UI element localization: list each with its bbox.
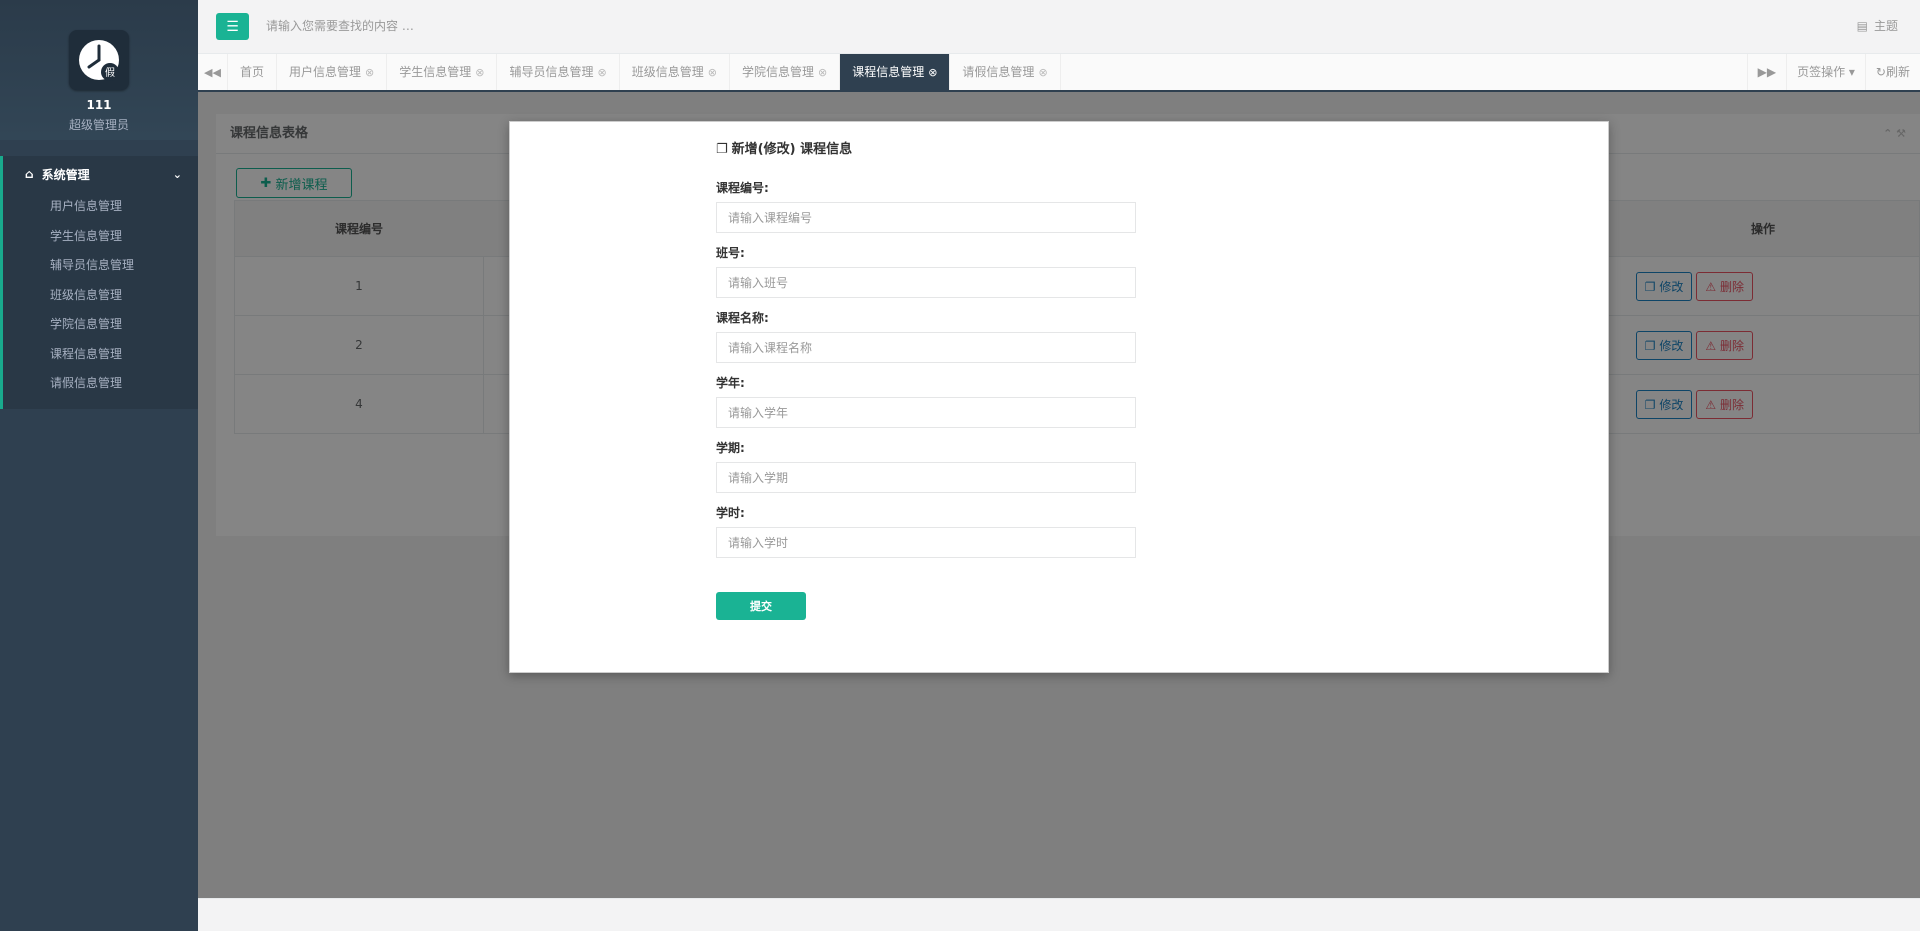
sidebar-item-leave[interactable]: 请假信息管理 (3, 369, 198, 399)
semester-input[interactable] (716, 462, 1136, 493)
tab-leave[interactable]: 请假信息管理 ⊗ (950, 54, 1061, 90)
tab-class[interactable]: 班级信息管理 ⊗ (620, 54, 730, 90)
sidebar-item-counselor[interactable]: 辅导员信息管理 (3, 251, 198, 281)
refresh-button[interactable]: ↻刷新 (1864, 54, 1920, 90)
home-icon: ⌂ (25, 167, 34, 181)
tab-label: 辅导员信息管理 (509, 65, 594, 79)
forward-icon[interactable]: ▶▶ (1746, 54, 1786, 90)
field-label: 班号: (716, 246, 745, 260)
sidebar: 假 111 超级管理员 ⌂ 系统管理 ⌄ 用户信息管理 学生信息管理 辅导员信息… (0, 0, 198, 931)
bars-icon: ☰ (226, 18, 239, 35)
field-course-name: 课程名称: (716, 309, 1136, 363)
tab-label: 请假信息管理 (962, 65, 1035, 79)
modal-title: ❐ 新增(修改) 课程信息 (716, 138, 852, 157)
chevron-down-icon: ⌄ (172, 167, 182, 181)
tab-ops-label: 页签操作 (1797, 65, 1846, 79)
close-circle-icon[interactable]: ⊗ (598, 66, 607, 79)
tab-label: 课程信息管理 (852, 65, 925, 79)
user-name[interactable]: 111 (0, 98, 198, 112)
user-role: 超级管理员 (68, 118, 129, 132)
sidebar-item-class[interactable]: 班级信息管理 (3, 281, 198, 311)
refresh-label: 刷新 (1885, 65, 1910, 79)
close-circle-icon[interactable]: ⊗ (928, 66, 937, 79)
field-hours: 学时: (716, 504, 1136, 558)
course-id-input[interactable] (716, 202, 1136, 233)
close-circle-icon[interactable]: ⊗ (818, 66, 827, 79)
course-name-input[interactable] (716, 332, 1136, 363)
theme-button[interactable]: ▤ 主题 (1857, 17, 1898, 34)
backward-icon[interactable]: ◀◀ (198, 54, 228, 90)
search-input[interactable]: 请输入您需要查找的内容 … (266, 17, 414, 34)
school-year-input[interactable] (716, 397, 1136, 428)
copy-icon: ❐ (716, 142, 728, 157)
sidebar-item-course[interactable]: 课程信息管理 (3, 340, 198, 370)
sidebar-item-user[interactable]: 用户信息管理 (3, 192, 198, 222)
tab-user[interactable]: 用户信息管理 ⊗ (277, 54, 388, 90)
close-circle-icon[interactable]: ⊗ (708, 66, 717, 79)
close-circle-icon[interactable]: ⊗ (1038, 66, 1047, 79)
field-label: 课程编号: (716, 181, 769, 195)
tab-actions: ▶▶ 页签操作 ▾ ↻刷新 (1746, 54, 1920, 90)
page-tabs: ◀◀ 首页 用户信息管理 ⊗ 学生信息管理 ⊗ 辅导员信息管理 ⊗ 班级信息管理 ⊗ 学… (198, 54, 1920, 92)
tab-college[interactable]: 学院信息管理 ⊗ (730, 54, 841, 90)
footer (198, 898, 1920, 931)
theme-label: 主题 (1873, 19, 1898, 33)
profile: 假 111 超级管理员 (0, 0, 198, 140)
field-class-no: 班号: (716, 244, 1136, 298)
class-no-input[interactable] (716, 267, 1136, 298)
sidebar-item-college[interactable]: 学院信息管理 (3, 310, 198, 340)
tab-ops-dropdown[interactable]: 页签操作 ▾ (1786, 54, 1865, 90)
tab-label: 班级信息管理 (631, 65, 704, 79)
submit-button[interactable]: 提交 (716, 592, 806, 620)
tab-label: 学生信息管理 (399, 65, 472, 79)
svg-text:假: 假 (105, 66, 115, 79)
menu-title: 系统管理 (41, 167, 90, 182)
close-circle-icon[interactable]: ⊗ (475, 66, 484, 79)
close-circle-icon[interactable]: ⊗ (365, 66, 374, 79)
tab-counselor[interactable]: 辅导员信息管理 ⊗ (497, 54, 620, 90)
sidebar-menu: ⌂ 系统管理 ⌄ 用户信息管理 学生信息管理 辅导员信息管理 班级信息管理 学院… (0, 156, 198, 409)
course-edit-modal: ❐新增(修改) 课程信息 课程编号: 班号: 课程名称: 学年: 学期: 学时:… (509, 121, 1609, 673)
hours-input[interactable] (716, 527, 1136, 558)
tab-home[interactable]: 首页 (228, 54, 278, 90)
theme-icon: ▤ (1856, 19, 1868, 33)
field-semester: 学期: (716, 439, 1136, 493)
field-label: 学年: (716, 376, 745, 390)
tab-student[interactable]: 学生信息管理 ⊗ (387, 54, 498, 90)
field-course-id: 课程编号: (716, 179, 1136, 233)
field-label: 学期: (716, 441, 745, 455)
sidebar-item-student[interactable]: 学生信息管理 (3, 222, 198, 252)
field-label: 学时: (716, 506, 745, 520)
topbar: ☰ 请输入您需要查找的内容 … ▤ 主题 (198, 0, 1920, 54)
sidebar-toggle-button[interactable]: ☰ (216, 13, 249, 40)
menu-system-management[interactable]: ⌂ 系统管理 ⌄ (3, 156, 198, 192)
clock-logo-icon[interactable]: 假 (69, 30, 129, 90)
refresh-icon: ↻ (1875, 65, 1886, 79)
tab-label: 首页 (240, 65, 265, 79)
field-school-year: 学年: (716, 374, 1136, 428)
tab-course[interactable]: 课程信息管理 ⊗ (840, 54, 951, 90)
tab-label: 学院信息管理 (741, 65, 814, 79)
modal-title-text: 新增(修改) 课程信息 (731, 142, 853, 157)
field-label: 课程名称: (716, 311, 769, 325)
tab-label: 用户信息管理 (289, 65, 362, 79)
